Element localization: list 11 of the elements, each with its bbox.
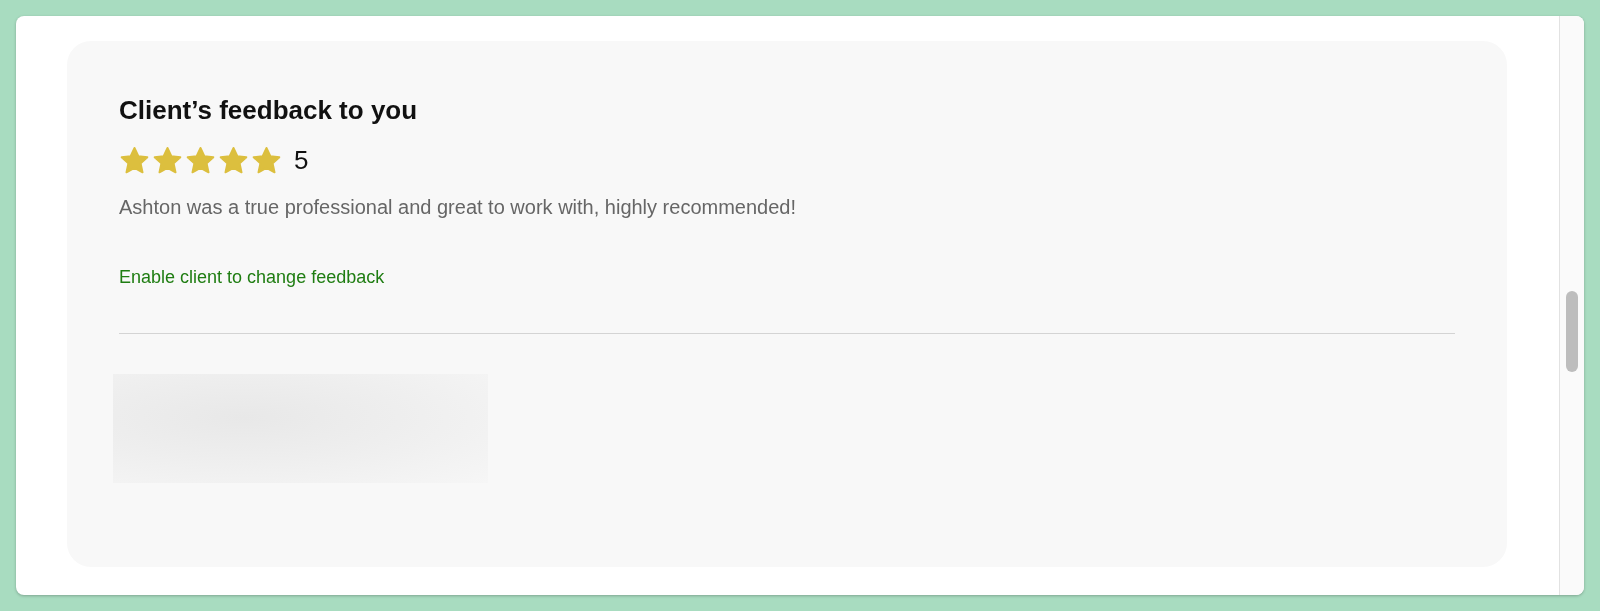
change-feedback-link[interactable]: Enable client to change feedback xyxy=(119,267,385,288)
feedback-comment: Ashton was a true professional and great to work with, highly recommended! xyxy=(119,196,798,219)
star-icon xyxy=(251,146,282,175)
scrollbar[interactable] xyxy=(1559,16,1584,595)
star-icon xyxy=(185,146,216,175)
scrollbar-thumb[interactable] xyxy=(1566,291,1578,372)
star-icon xyxy=(119,146,150,175)
section-title: Client’s feedback to you xyxy=(119,94,419,127)
star-icon xyxy=(152,146,183,175)
star-icon xyxy=(218,146,249,175)
rating-value: 5 xyxy=(294,145,309,176)
